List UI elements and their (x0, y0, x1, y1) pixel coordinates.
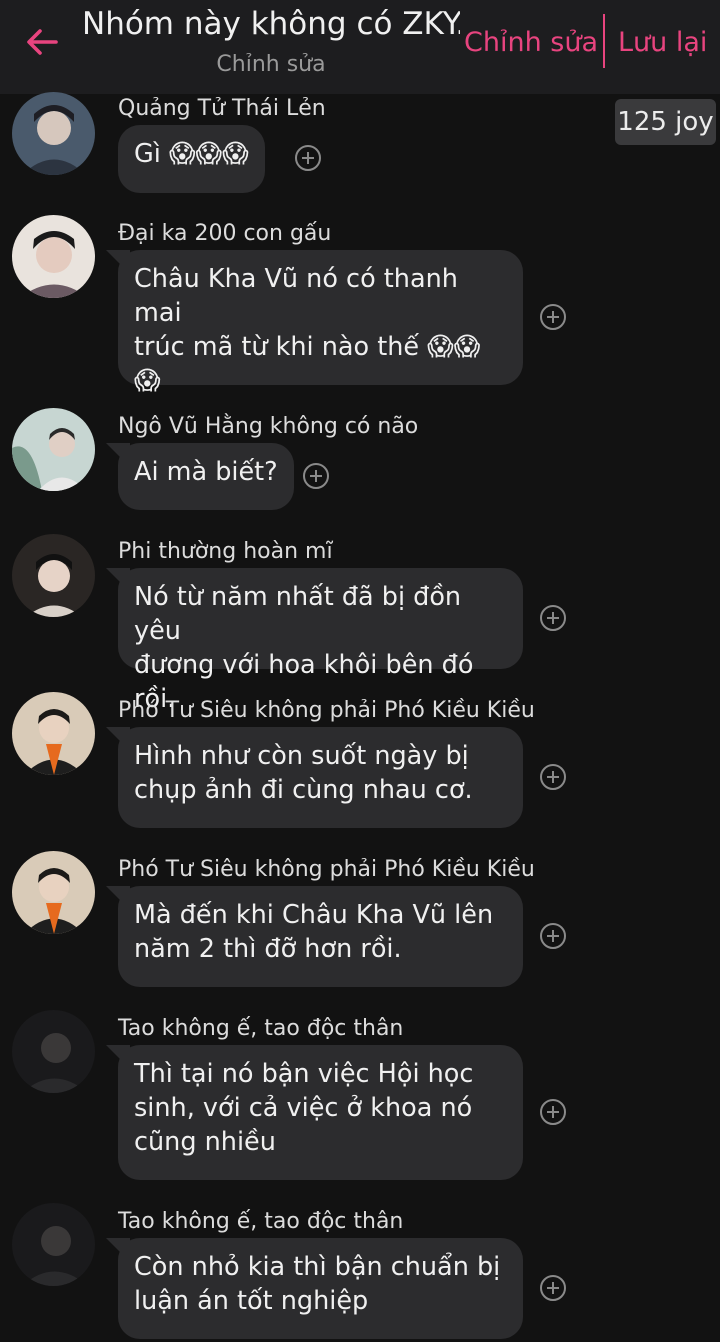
bubble-tail (106, 250, 130, 274)
message-bubble[interactable]: Châu Kha Vũ nó có thanh mai trúc mã từ k… (118, 250, 523, 396)
message-bubble[interactable]: Nó từ năm nhất đã bị đồn yêu đương với h… (118, 568, 523, 714)
joy-badge: 125 joy (615, 99, 716, 145)
message-text: Thì tại nó bận việc Hội học sinh, với cả… (134, 1059, 474, 1157)
message-bubble[interactable]: Thì tại nó bận việc Hội học sinh, với cả… (118, 1045, 523, 1180)
add-reaction-icon[interactable] (540, 1099, 566, 1125)
avatar[interactable] (12, 534, 95, 617)
message-bubble[interactable]: Mà đến khi Châu Kha Vũ lên năm 2 thì đỡ … (118, 886, 523, 987)
sender-name: Đại ka 200 con gấu (118, 221, 332, 246)
sender-name: Ngô Vũ Hằng không có não (118, 414, 419, 439)
avatar[interactable] (12, 851, 95, 934)
avatar[interactable] (12, 1010, 95, 1093)
message-text: Ai mà biết? (134, 457, 278, 487)
edit-button[interactable]: Chỉnh sửa (464, 27, 598, 58)
avatar[interactable] (12, 215, 95, 298)
bubble-tail (106, 1238, 130, 1262)
add-reaction-icon[interactable] (540, 304, 566, 330)
top-bar: Nhóm này không có ZKY... Chỉnh sửa Chỉnh… (0, 0, 720, 94)
message-text: Mà đến khi Châu Kha Vũ lên năm 2 thì đỡ … (134, 900, 494, 964)
message-text: Còn nhỏ kia thì bận chuẩn bị luận án tốt… (134, 1252, 501, 1316)
save-button[interactable]: Lưu lại (618, 27, 707, 58)
add-reaction-icon[interactable] (295, 145, 321, 171)
sender-name: Tao không ế, tao độc thân (118, 1209, 404, 1234)
sender-name: Quảng Tử Thái Lẻn (118, 96, 326, 121)
bubble-tail (106, 443, 130, 467)
bubble-tail (106, 886, 130, 910)
bubble-tail (106, 1045, 130, 1069)
message-bubble[interactable]: Gì 😱😱😱 (118, 125, 265, 193)
avatar[interactable] (12, 692, 95, 775)
add-reaction-icon[interactable] (303, 463, 329, 489)
add-reaction-icon[interactable] (540, 605, 566, 631)
message-bubble[interactable]: Hình như còn suốt ngày bị chụp ảnh đi cù… (118, 727, 523, 828)
avatar[interactable] (12, 92, 95, 175)
sender-name: Phó Tư Siêu không phải Phó Kiều Kiều (118, 698, 535, 723)
sender-name: Tao không ế, tao độc thân (118, 1016, 404, 1041)
message-text: Châu Kha Vũ nó có thanh mai trúc mã từ k… (134, 264, 481, 396)
bubble-tail (106, 568, 130, 592)
back-arrow-icon[interactable] (22, 22, 62, 62)
bubble-tail (106, 727, 130, 751)
avatar[interactable] (12, 1203, 95, 1286)
message-text: Hình như còn suốt ngày bị chụp ảnh đi cù… (134, 741, 473, 805)
message-bubble[interactable]: Còn nhỏ kia thì bận chuẩn bị luận án tốt… (118, 1238, 523, 1339)
message-bubble[interactable]: Ai mà biết? (118, 443, 294, 510)
message-text: Nó từ năm nhất đã bị đồn yêu đương với h… (134, 582, 474, 714)
sender-name: Phi thường hoàn mĩ (118, 539, 333, 564)
add-reaction-icon[interactable] (540, 923, 566, 949)
add-reaction-icon[interactable] (540, 1275, 566, 1301)
header-divider (603, 14, 605, 68)
sender-name: Phó Tư Siêu không phải Phó Kiều Kiều (118, 857, 535, 882)
avatar[interactable] (12, 408, 95, 491)
add-reaction-icon[interactable] (540, 764, 566, 790)
message-text: Gì 😱😱😱 (134, 139, 249, 169)
chat-title: Nhóm này không có ZKY... (82, 6, 460, 42)
chat-subtitle: Chỉnh sửa (216, 52, 326, 77)
